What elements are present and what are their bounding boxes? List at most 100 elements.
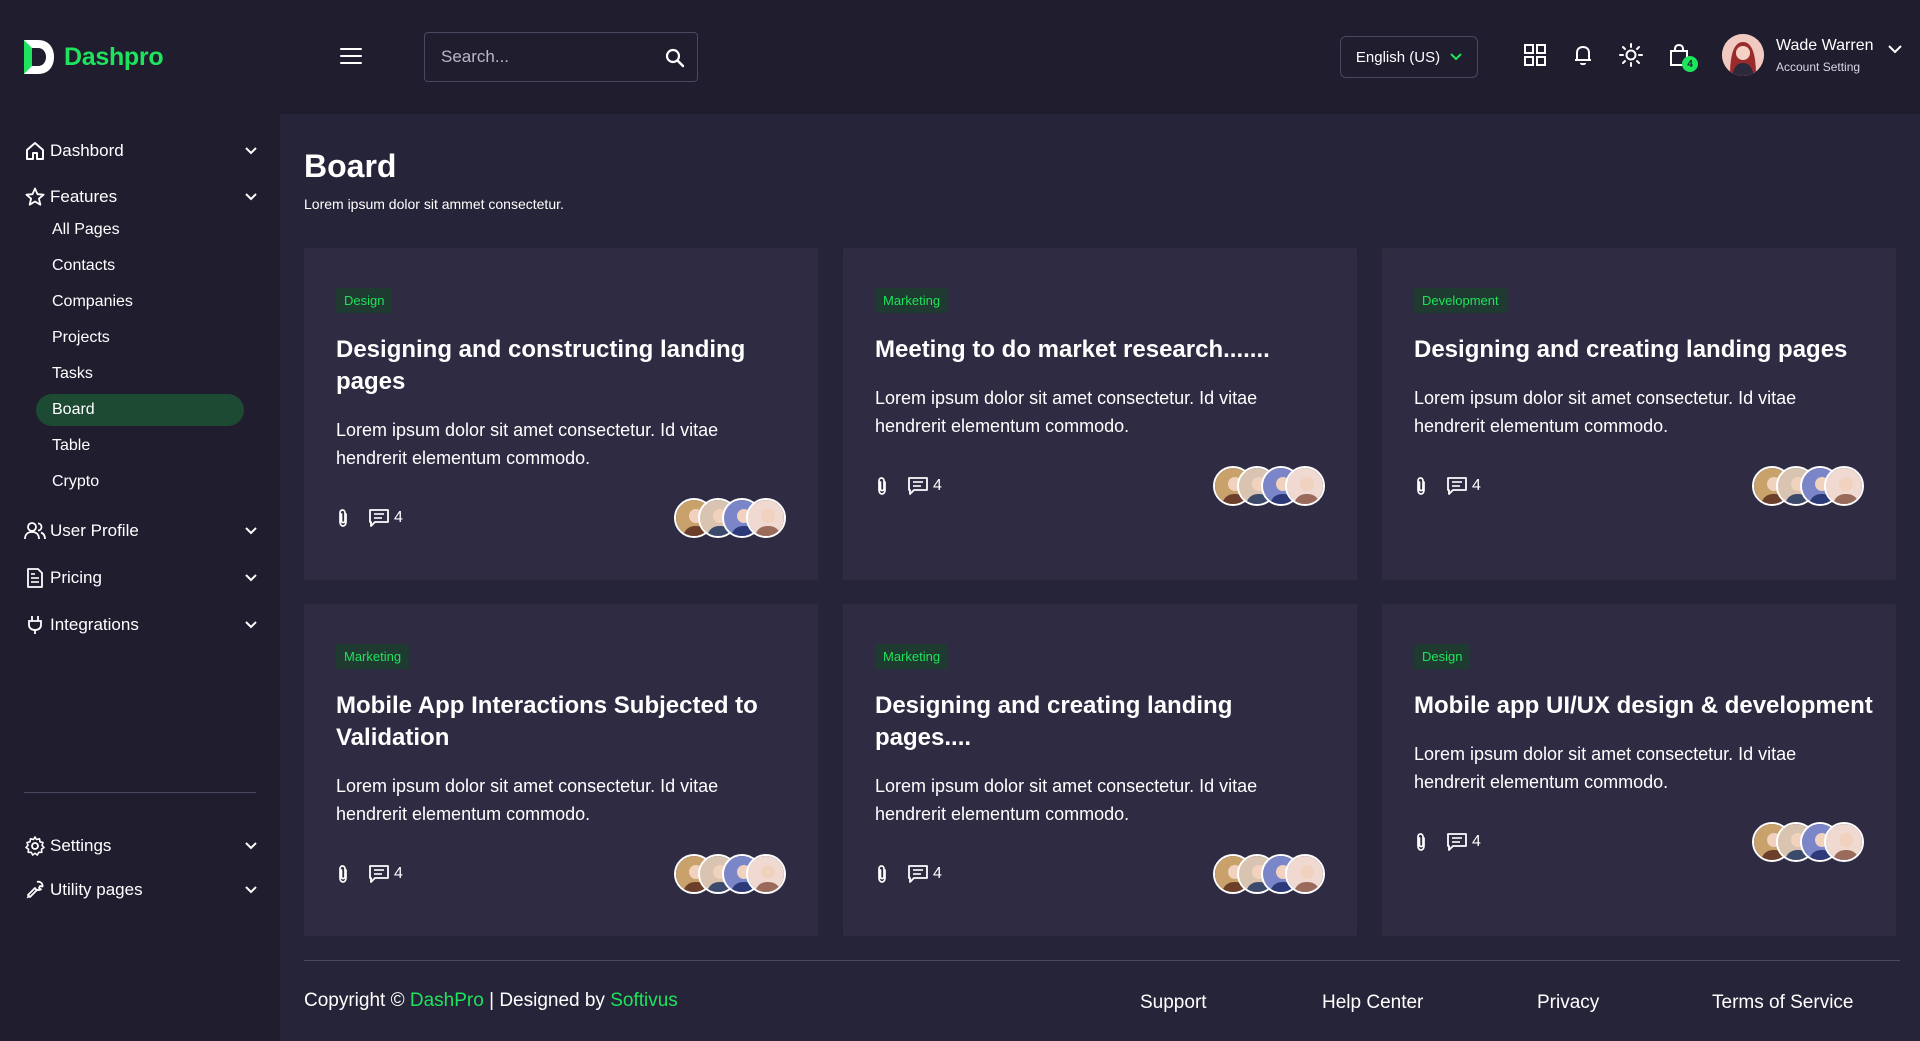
search-icon[interactable] [665,48,685,68]
sidebar-subitem-table[interactable]: Table [36,430,244,462]
sidebar-subitem-board[interactable]: Board [36,394,244,426]
comments-button[interactable]: 4 [1446,476,1481,496]
board-card[interactable]: Design Designing and constructing landin… [304,248,818,580]
user-menu[interactable]: Wade Warren Account Setting [1722,34,1902,76]
comment-icon [908,865,928,883]
sidebar-divider [24,792,256,793]
sidebar-item-features[interactable]: Features [24,182,258,212]
attachment-button[interactable] [336,508,350,528]
sidebar-subitem-contacts[interactable]: Contacts [36,250,244,282]
board-card[interactable]: Marketing Meeting to do market research.… [843,248,1357,580]
footer-link-help-center[interactable]: Help Center [1322,992,1423,1014]
language-select[interactable]: English (US) [1340,36,1478,78]
card-title[interactable]: Designing and creating landing pages.... [875,690,1335,754]
page-subtitle: Lorem ipsum dolor sit ammet consectetur. [304,196,564,212]
attachment-button[interactable] [875,864,889,884]
card-meta: 4 [1414,832,1481,852]
board-card[interactable]: Design Mobile app UI/UX design & develop… [1382,604,1896,936]
card-description: Lorem ipsum dolor sit amet consectetur. … [1414,744,1797,792]
copyright-text: Copyright © [304,990,405,1011]
sidebar-item-pricing[interactable]: Pricing [24,563,258,593]
board-card[interactable]: Marketing Mobile App Interactions Subjec… [304,604,818,936]
paperclip-icon [1417,833,1425,851]
footer-divider [304,960,1900,961]
paperclip-icon [878,865,886,883]
search-input[interactable] [425,33,697,81]
brand-name: Dashpro [64,42,164,71]
comment-count: 4 [933,865,942,882]
card-tag: Marketing [875,288,949,313]
member-avatar [1824,822,1864,862]
chevron-down-icon [245,886,257,894]
card-description: Lorem ipsum dolor sit amet consectetur. … [336,776,719,824]
comments-button[interactable]: 4 [368,864,403,884]
sidebar-item-integrations[interactable]: Integrations [24,610,258,640]
comment-count: 4 [394,865,403,882]
card-members[interactable] [674,854,786,894]
sidebar-subitem-tasks[interactable]: Tasks [36,358,244,390]
sidebar-item-user-profile[interactable]: User Profile [24,516,258,546]
paperclip-icon [878,477,886,495]
footer-copyright: Copyright © DashPro | Designed by Softiv… [304,990,678,1012]
menu-toggle-icon[interactable] [340,48,362,64]
card-tag: Design [336,288,393,313]
card-members[interactable] [1752,822,1864,862]
sidebar-subitem-projects[interactable]: Projects [36,322,244,354]
comment-count: 4 [394,509,403,526]
comment-count: 4 [1472,833,1481,850]
card-members[interactable] [1213,466,1325,506]
sidebar-subitem-crypto[interactable]: Crypto [36,466,244,498]
footer-link-support[interactable]: Support [1140,992,1207,1014]
footer-link-privacy[interactable]: Privacy [1537,992,1599,1014]
comment-icon [1447,833,1467,851]
card-tag: Marketing [875,644,949,669]
card-title[interactable]: Mobile App Interactions Subjected to Val… [336,690,796,754]
comments-button[interactable]: 4 [1446,832,1481,852]
card-title[interactable]: Designing and creating landing pages [1414,334,1874,366]
chevron-down-icon [1450,53,1462,61]
comments-button[interactable]: 4 [368,508,403,528]
bell-icon[interactable] [1570,42,1596,68]
comments-button[interactable]: 4 [907,476,942,496]
card-members[interactable] [1213,854,1325,894]
sun-theme-icon[interactable] [1618,42,1644,68]
main-content: Board Lorem ipsum dolor sit ammet consec… [280,114,1920,1041]
chevron-down-icon [245,574,257,582]
apps-grid-icon[interactable] [1522,42,1548,68]
language-label: English (US) [1355,48,1441,66]
sidebar-item-utility-pages[interactable]: Utility pages [24,875,258,905]
sidebar-item-settings[interactable]: Settings [24,831,258,861]
cart-count-badge: 4 [1682,56,1698,72]
board-card[interactable]: Marketing Designing and creating landing… [843,604,1357,936]
sidebar-item-dashboard[interactable]: Dashbord [24,136,258,166]
page-title: Board [304,148,397,184]
avatar [1722,34,1764,76]
sidebar-subitem-all-pages[interactable]: All Pages [36,214,244,246]
sidebar-subitem-companies[interactable]: Companies [36,286,244,318]
card-title[interactable]: Mobile app UI/UX design & development [1414,690,1874,722]
sidebar-item-label: Pricing [50,568,102,587]
sidebar-item-label: Integrations [50,615,139,634]
copyright-brand-link[interactable]: DashPro [410,990,484,1011]
attachment-button[interactable] [1414,832,1428,852]
chevron-down-icon [1887,44,1902,53]
card-members[interactable] [1752,466,1864,506]
footer-link-terms[interactable]: Terms of Service [1712,992,1853,1014]
board-card[interactable]: Development Designing and creating landi… [1382,248,1896,580]
comment-icon [908,477,928,495]
comment-count: 4 [1472,477,1481,494]
attachment-button[interactable] [336,864,350,884]
card-members[interactable] [674,498,786,538]
attachment-button[interactable] [875,476,889,496]
sidebar-item-label: User Profile [50,521,139,540]
shopping-bag-button[interactable]: 4 [1666,42,1698,72]
designer-link[interactable]: Softivus [610,990,678,1011]
attachment-button[interactable] [1414,476,1428,496]
comments-button[interactable]: 4 [907,864,942,884]
sidebar-item-label: Features [50,187,118,206]
sidebar-item-label: Dashbord [50,141,124,160]
card-title[interactable]: Designing and constructing landing pages [336,334,796,398]
sidebar: Dashbord Features All Pages Contacts Com… [0,114,278,1041]
card-title[interactable]: Meeting to do market research....... [875,334,1335,366]
brand-logo[interactable]: Dashpro [22,38,164,76]
